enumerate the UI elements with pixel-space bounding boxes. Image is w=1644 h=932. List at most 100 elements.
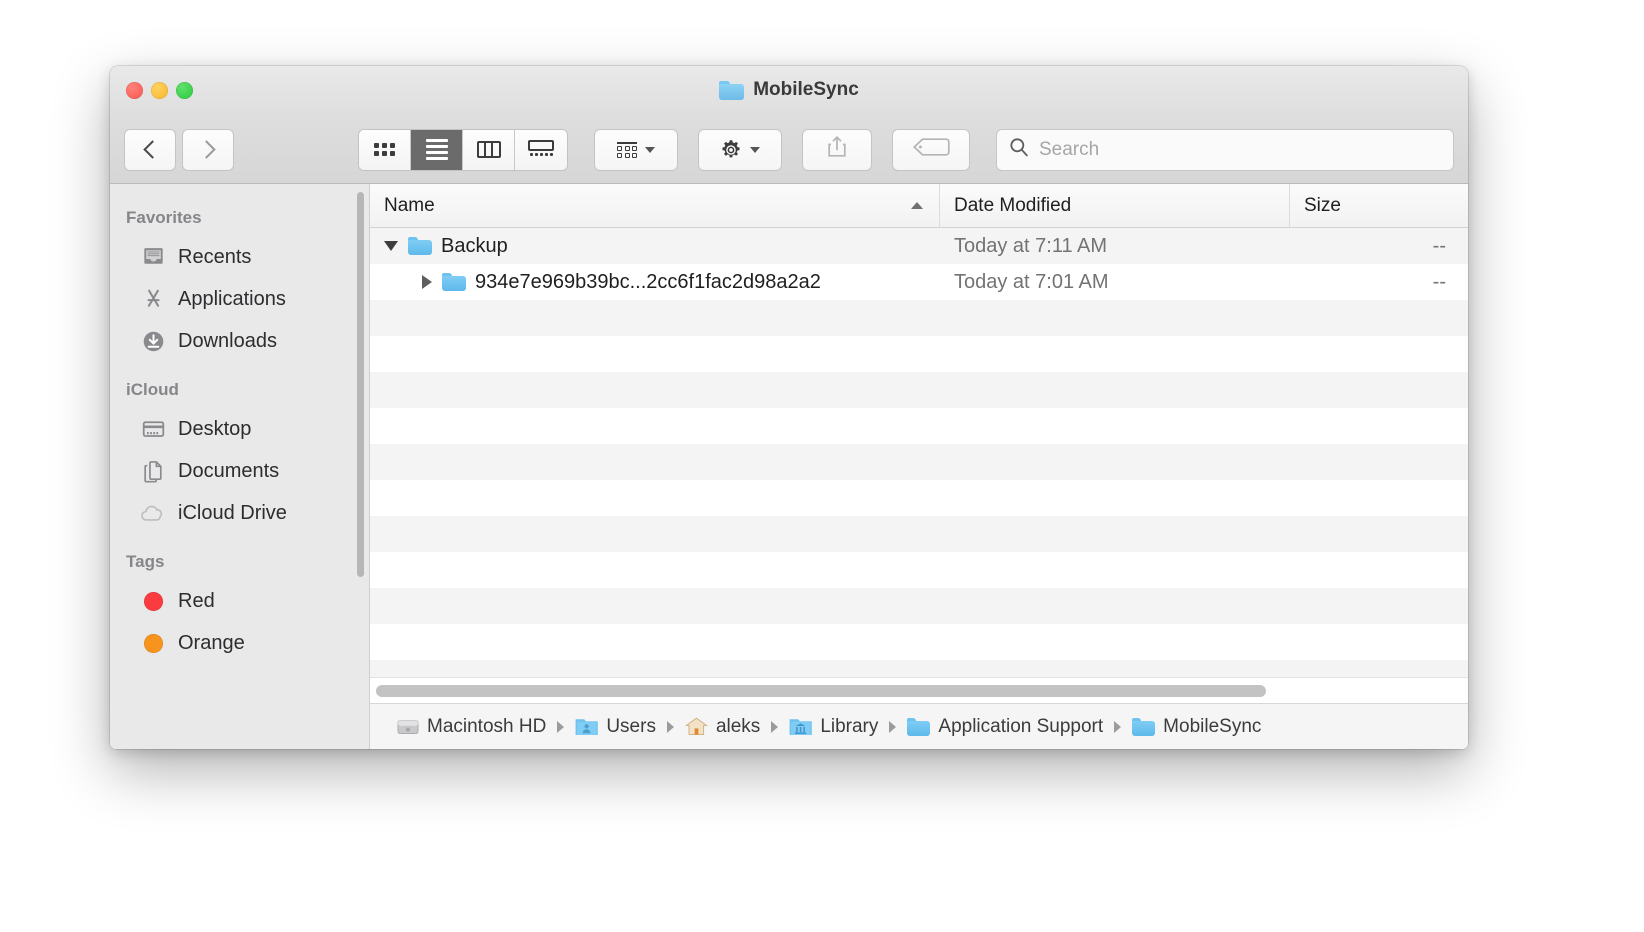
file-size-cell: -- xyxy=(1432,270,1446,293)
list-view-icon xyxy=(425,139,448,160)
sidebar-item-label: Recents xyxy=(178,245,252,268)
table-row-empty xyxy=(370,624,1468,660)
sidebar-item-applications[interactable]: Applications xyxy=(110,278,369,320)
sidebar-item-label: Applications xyxy=(178,287,286,310)
tag-icon xyxy=(912,137,950,162)
breadcrumb-label: MobileSync xyxy=(1163,715,1262,737)
breadcrumb-separator-icon xyxy=(666,720,674,733)
users-folder-icon xyxy=(575,717,599,737)
icon-view-button[interactable] xyxy=(359,129,411,170)
breadcrumb-item-users[interactable]: Users xyxy=(575,716,656,738)
table-row-empty xyxy=(370,408,1468,444)
column-view-icon xyxy=(476,141,501,158)
sidebar-item-icloud-drive[interactable]: iCloud Drive xyxy=(110,492,369,534)
search-input[interactable]: Search xyxy=(996,128,1454,171)
column-header-size[interactable]: Size xyxy=(1290,184,1468,227)
hard-drive-icon xyxy=(396,717,419,737)
documents-icon xyxy=(140,458,166,484)
sidebar-item-label: Downloads xyxy=(178,329,277,352)
action-menu-button[interactable] xyxy=(698,128,782,171)
breadcrumb-separator-icon xyxy=(889,720,897,733)
sidebar-item-label: Red xyxy=(178,589,215,612)
tag-dot-icon xyxy=(140,630,166,656)
breadcrumb-item-mobilesync[interactable]: MobileSync xyxy=(1132,716,1261,738)
breadcrumb-item-library[interactable]: Library xyxy=(789,716,878,738)
column-header-name[interactable]: Name xyxy=(370,184,940,227)
disclosure-triangle-expanded-icon[interactable] xyxy=(384,241,398,251)
table-row-empty xyxy=(370,588,1468,624)
arrange-by-button[interactable] xyxy=(594,128,678,171)
navigation-group xyxy=(124,128,234,171)
sort-ascending-icon xyxy=(911,202,923,209)
sidebar-section-favorites-header: Favorites xyxy=(126,208,202,227)
horizontal-scrollbar-thumb[interactable] xyxy=(376,684,1266,697)
sidebar-item-documents[interactable]: Documents xyxy=(110,450,369,492)
sidebar-item-label: Desktop xyxy=(178,417,252,440)
sidebar-item-recents[interactable]: Recents xyxy=(110,236,369,278)
zoom-button[interactable] xyxy=(176,82,193,99)
folder-icon xyxy=(907,717,931,737)
back-button[interactable] xyxy=(124,128,176,171)
column-view-button[interactable] xyxy=(463,129,515,170)
content-pane: Name Date Modified Size Backup Today at … xyxy=(370,184,1468,749)
table-row-empty xyxy=(370,444,1468,480)
column-header-label: Size xyxy=(1304,194,1341,216)
file-date-cell: Today at 7:11 AM xyxy=(954,234,1108,257)
share-button[interactable] xyxy=(802,128,872,171)
breadcrumb-label: Application Support xyxy=(938,715,1104,737)
icon-view-icon xyxy=(374,143,395,156)
sidebar-section-tags-header: Tags xyxy=(126,552,165,571)
table-row-empty xyxy=(370,372,1468,408)
library-folder-icon xyxy=(789,717,813,737)
desktop-icon xyxy=(140,416,166,442)
gallery-view-button[interactable] xyxy=(515,129,567,170)
table-row-empty xyxy=(370,516,1468,552)
chevron-down-icon xyxy=(750,146,760,153)
sidebar-item-downloads[interactable]: Downloads xyxy=(110,320,369,362)
column-headers: Name Date Modified Size xyxy=(370,184,1468,228)
forward-button[interactable] xyxy=(182,128,234,171)
horizontal-scrollbar[interactable] xyxy=(370,677,1468,703)
disclosure-triangle-collapsed-icon[interactable] xyxy=(422,275,432,289)
chevron-down-icon xyxy=(645,146,655,153)
column-header-date-modified[interactable]: Date Modified xyxy=(940,184,1290,227)
sidebar-section-icloud-header: iCloud xyxy=(126,380,179,399)
sidebar-item-tag-orange[interactable]: Orange xyxy=(110,622,369,664)
close-button[interactable] xyxy=(126,82,143,99)
breadcrumb-item-aleks[interactable]: aleks xyxy=(684,715,761,738)
breadcrumb-separator-icon xyxy=(557,720,565,733)
home-folder-icon xyxy=(684,717,708,737)
minimize-button[interactable] xyxy=(151,82,168,99)
chevron-right-icon xyxy=(196,140,216,159)
chevron-left-icon xyxy=(142,140,162,159)
recents-icon xyxy=(140,244,166,270)
file-name-label: 934e7e969b39bc...2cc6f1fac2d98a2a2 xyxy=(475,270,821,293)
search-icon xyxy=(1009,137,1029,162)
breadcrumb-item-application-support[interactable]: Application Support xyxy=(907,716,1103,738)
table-row-empty xyxy=(370,336,1468,372)
table-row[interactable]: Backup Today at 7:11 AM -- xyxy=(370,228,1468,264)
window-titlebar[interactable]: MobileSync xyxy=(110,66,1468,116)
table-row[interactable]: 934e7e969b39bc...2cc6f1fac2d98a2a2 Today… xyxy=(370,264,1468,300)
window-title: MobileSync xyxy=(110,79,1468,101)
breadcrumb-item-macintosh-hd[interactable]: Macintosh HD xyxy=(396,716,546,738)
window-body: Favorites Recents Applications Downloads… xyxy=(110,184,1468,749)
column-header-label: Name xyxy=(384,194,435,216)
breadcrumb-label: aleks xyxy=(715,715,761,737)
file-date-cell: Today at 7:01 AM xyxy=(954,270,1109,293)
sidebar-item-tag-red[interactable]: Red xyxy=(110,580,369,622)
sidebar-scrollbar[interactable] xyxy=(357,192,364,577)
file-name-cell: Backup xyxy=(370,235,940,258)
list-view-button[interactable] xyxy=(411,129,463,170)
folder-icon xyxy=(719,80,745,100)
file-name-cell: 934e7e969b39bc...2cc6f1fac2d98a2a2 xyxy=(370,271,940,294)
breadcrumb-label: Macintosh HD xyxy=(427,715,547,737)
table-row-empty xyxy=(370,480,1468,516)
sidebar-item-desktop[interactable]: Desktop xyxy=(110,408,369,450)
window-title-text: MobileSync xyxy=(753,79,859,100)
edit-tags-button[interactable] xyxy=(892,128,970,171)
gear-icon xyxy=(720,139,742,161)
file-size-cell: -- xyxy=(1432,234,1446,257)
folder-icon xyxy=(408,237,432,255)
share-icon xyxy=(826,135,848,164)
